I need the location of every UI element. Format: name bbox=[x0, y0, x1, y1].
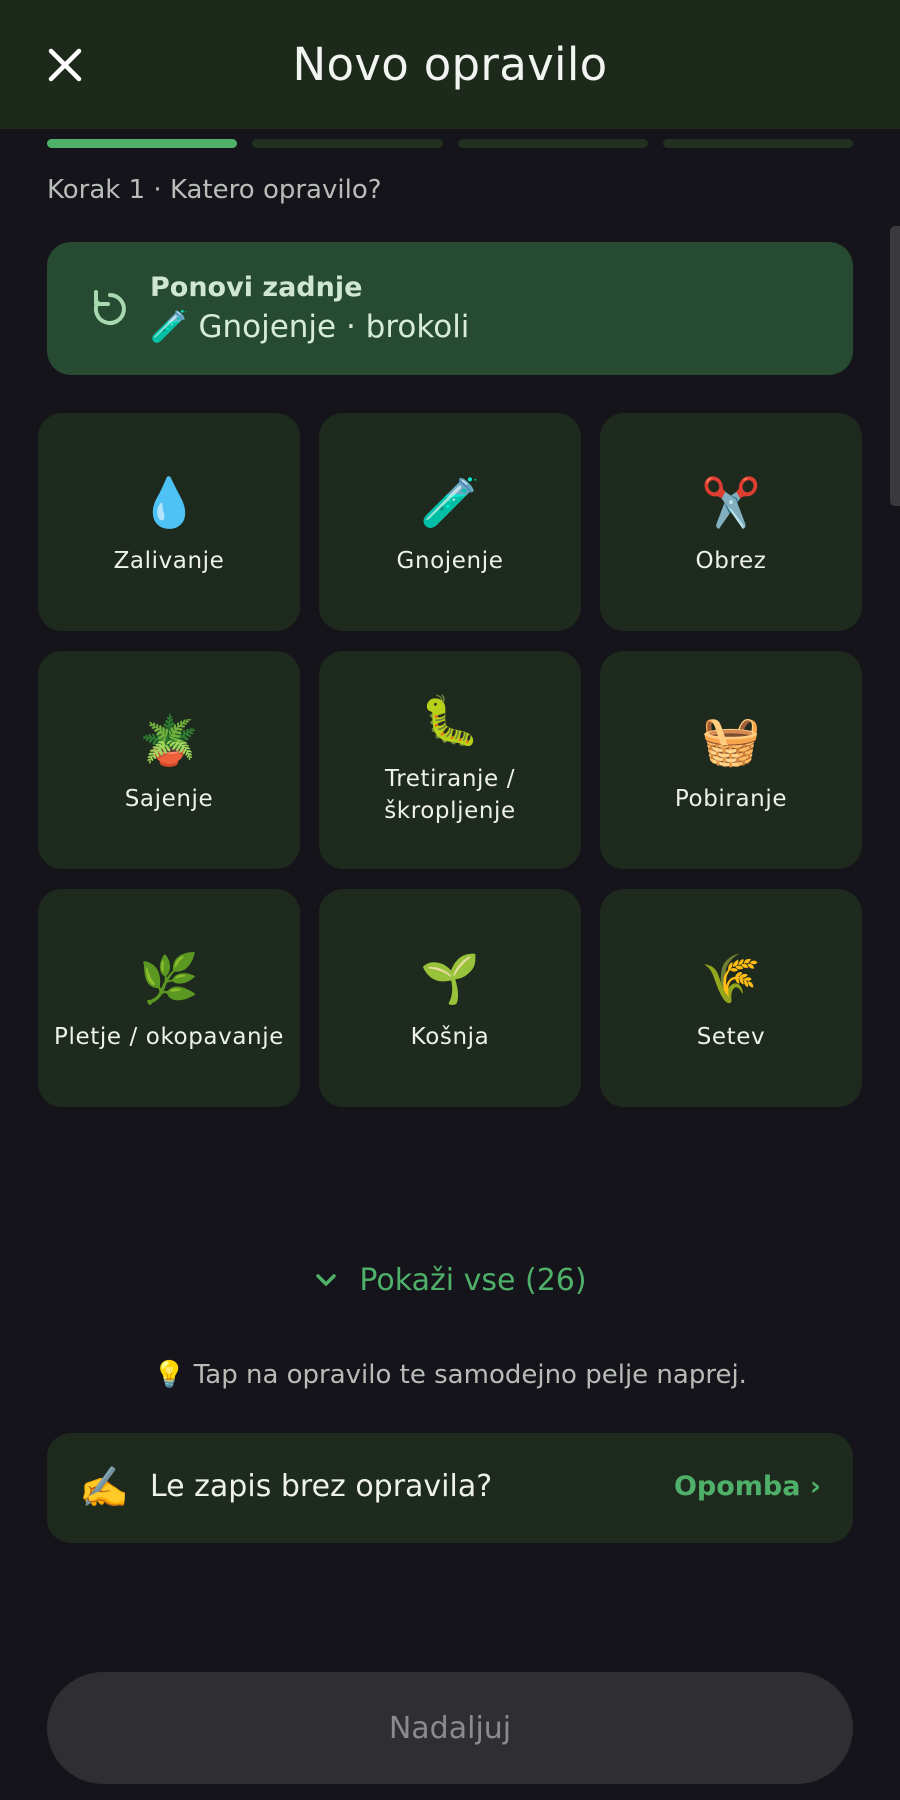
test-tube-icon: 🧪 bbox=[420, 475, 480, 531]
step-label: Korak 1 · Katero opravilo? bbox=[47, 175, 382, 205]
note-link[interactable]: Opomba › bbox=[674, 1471, 821, 1502]
step-progress bbox=[47, 139, 853, 148]
scissors-icon: ✂️ bbox=[701, 475, 761, 531]
task-grid: 💧 Zalivanje 🧪 Gnojenje ✂️ Obrez 🪴 Sajenj… bbox=[38, 413, 863, 1107]
top-app-bar: Novo opravilo bbox=[0, 0, 900, 129]
task-tile-pobiranje[interactable]: 🧺 Pobiranje bbox=[600, 651, 862, 869]
task-tile-kosnja[interactable]: 🌱 Košnja bbox=[319, 889, 581, 1107]
task-label: Pletje / okopavanje bbox=[54, 1024, 284, 1050]
task-tile-pletje[interactable]: 🌿 Pletje / okopavanje bbox=[38, 889, 300, 1107]
progress-step-2 bbox=[252, 139, 443, 148]
water-drop-icon: 💧 bbox=[139, 475, 199, 531]
potted-plant-icon: 🪴 bbox=[139, 713, 199, 769]
progress-step-3 bbox=[457, 139, 648, 148]
rice-sheaf-icon: 🌾 bbox=[701, 951, 761, 1007]
task-label: Tretiranje / škropljenje bbox=[384, 766, 516, 824]
task-label: Košnja bbox=[410, 1024, 490, 1050]
chevron-down-icon bbox=[316, 1274, 337, 1286]
note-only-text: Le zapis brez opravila? bbox=[150, 1469, 493, 1504]
repeat-last-subtitle: 🧪 Gnojenje · brokoli bbox=[150, 309, 470, 345]
task-label: Setev bbox=[696, 1024, 766, 1050]
scrollbar[interactable] bbox=[890, 226, 900, 506]
task-tile-sajenje[interactable]: 🪴 Sajenje bbox=[38, 651, 300, 869]
task-tile-gnojenje[interactable]: 🧪 Gnojenje bbox=[319, 413, 581, 631]
task-label: Obrez bbox=[695, 548, 767, 574]
task-tile-setev[interactable]: 🌾 Setev bbox=[600, 889, 862, 1107]
task-tile-zalivanje[interactable]: 💧 Zalivanje bbox=[38, 413, 300, 631]
repeat-last-title: Ponovi zadnje bbox=[150, 272, 363, 303]
task-label: Pobiranje bbox=[674, 786, 788, 812]
progress-step-1 bbox=[47, 139, 238, 148]
show-all-label: Pokaži vse (26) bbox=[359, 1262, 587, 1298]
task-tile-tretiranje[interactable]: 🐛 Tretiranje / škropljenje bbox=[319, 651, 581, 869]
task-label: Zalivanje bbox=[113, 548, 225, 574]
basket-icon: 🧺 bbox=[701, 713, 761, 769]
seedling-icon: 🌱 bbox=[420, 951, 480, 1007]
writing-hand-icon: ✍️ bbox=[79, 1465, 129, 1511]
task-tile-obrez[interactable]: ✂️ Obrez bbox=[600, 413, 862, 631]
caterpillar-icon: 🐛 bbox=[420, 693, 480, 749]
repeat-icon bbox=[93, 290, 126, 325]
repeat-last-button[interactable]: Ponovi zadnje 🧪 Gnojenje · brokoli bbox=[47, 242, 853, 375]
progress-step-4 bbox=[662, 139, 853, 148]
task-label: Gnojenje bbox=[396, 548, 504, 574]
note-only-row[interactable]: ✍️ Le zapis brez opravila? Opomba › bbox=[47, 1433, 853, 1543]
task-label: Sajenje bbox=[124, 786, 214, 812]
continue-button[interactable]: Nadaljuj bbox=[47, 1672, 853, 1784]
show-all-button[interactable]: Pokaži vse (26) bbox=[0, 1255, 900, 1305]
new-task-screen: Novo opravilo Korak 1 · Katero opravilo?… bbox=[0, 0, 900, 1800]
page-title: Novo opravilo bbox=[292, 38, 608, 91]
hint-text: 💡 Tap na opravilo te samodejno pelje nap… bbox=[153, 1360, 747, 1390]
herb-icon: 🌿 bbox=[139, 951, 199, 1007]
